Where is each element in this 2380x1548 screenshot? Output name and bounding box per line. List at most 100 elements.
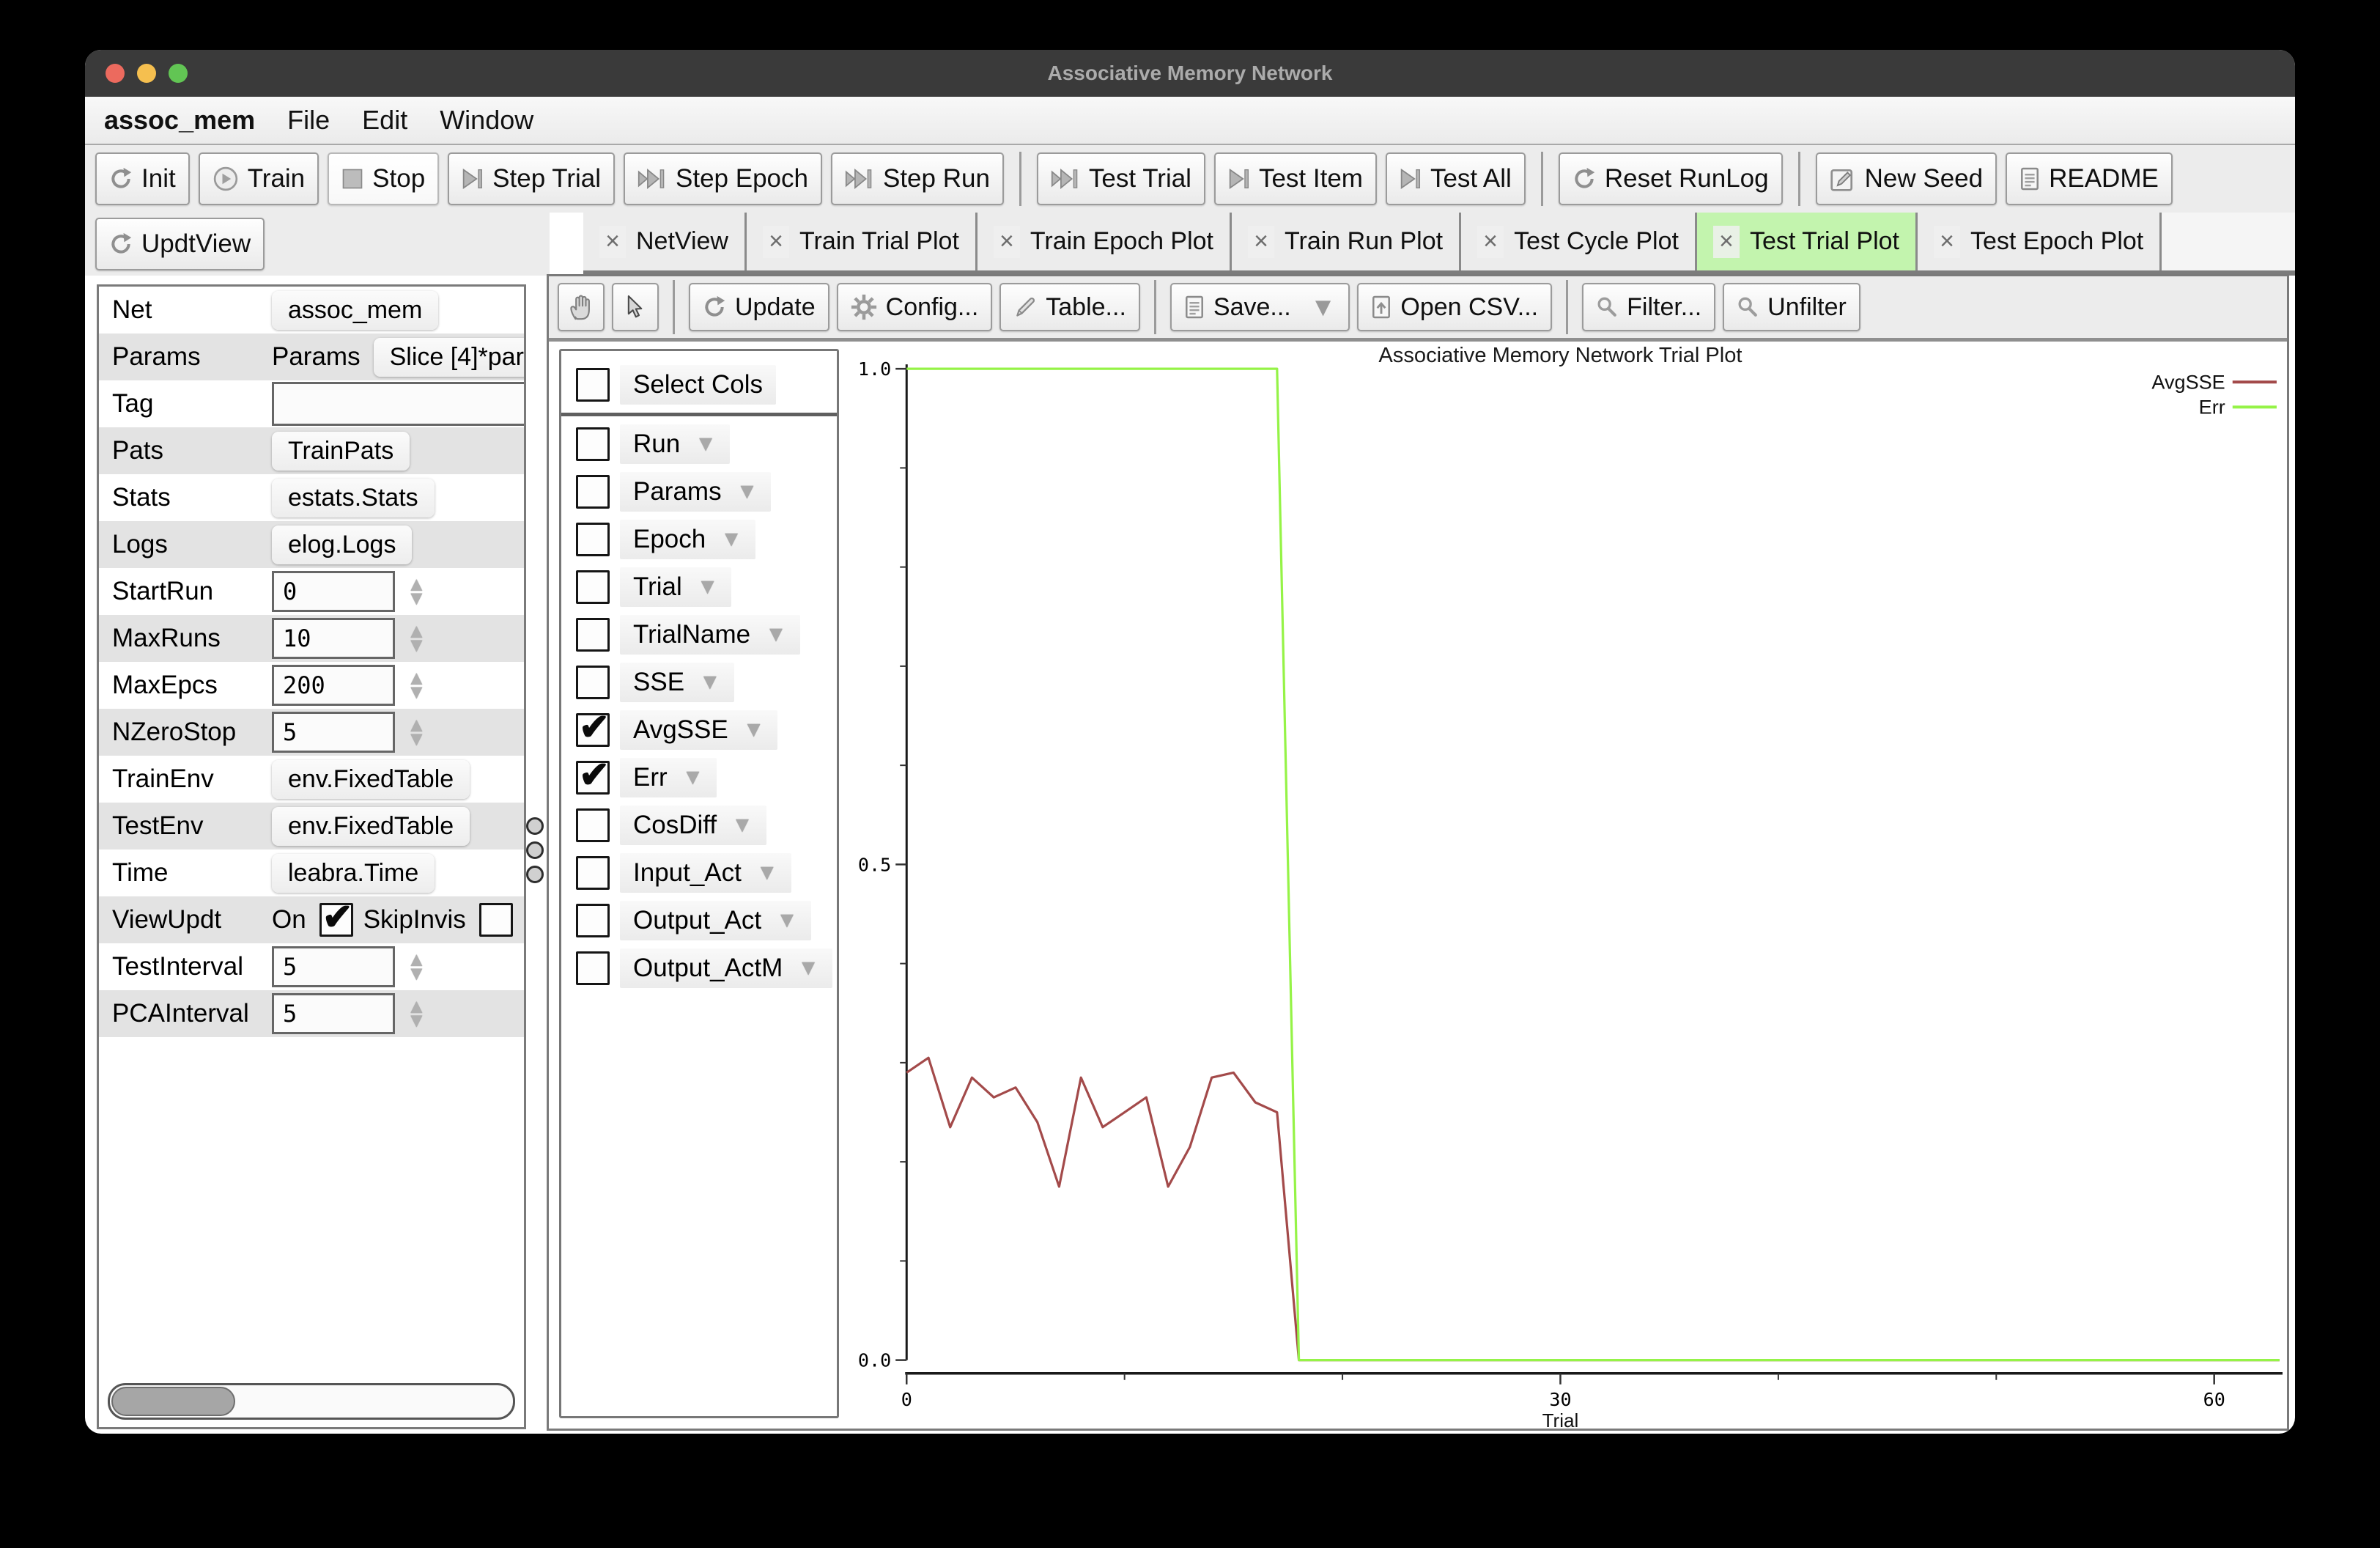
checkbox[interactable] bbox=[576, 475, 610, 509]
step-run-button[interactable]: Step Run bbox=[831, 152, 1004, 205]
column-dropdown-icon[interactable]: ▼ bbox=[720, 527, 742, 552]
column-chip[interactable]: Output_ActM▼ bbox=[620, 948, 832, 988]
scrollbar-thumb[interactable] bbox=[111, 1387, 235, 1416]
column-chip[interactable]: AvgSSE▼ bbox=[620, 710, 777, 750]
menu-window[interactable]: Window bbox=[440, 105, 533, 136]
readme-button[interactable]: README bbox=[2006, 152, 2173, 205]
checkbox[interactable] bbox=[576, 856, 610, 890]
value-chip[interactable]: elog.Logs bbox=[272, 526, 412, 564]
column-dropdown-icon[interactable]: ▼ bbox=[695, 432, 717, 457]
column-chip[interactable]: CosDiff▼ bbox=[620, 806, 766, 845]
column-chip[interactable]: Output_Act▼ bbox=[620, 901, 811, 940]
checkbox[interactable] bbox=[576, 427, 610, 461]
column-chip[interactable]: Run▼ bbox=[620, 424, 730, 464]
horizontal-scrollbar[interactable] bbox=[108, 1383, 515, 1420]
param-spinner-input[interactable] bbox=[272, 712, 395, 753]
param-spinner-input[interactable] bbox=[272, 946, 395, 987]
step-trial-button[interactable]: Step Trial bbox=[448, 152, 615, 205]
checkbox[interactable] bbox=[576, 761, 610, 795]
config-button[interactable]: Config... bbox=[837, 283, 993, 331]
column-chip[interactable]: Err▼ bbox=[620, 758, 717, 797]
init-button[interactable]: Init bbox=[95, 152, 190, 205]
value-chip[interactable]: env.FixedTable bbox=[272, 807, 470, 846]
value-chip[interactable]: TrainPats bbox=[272, 432, 410, 471]
column-chip[interactable]: Epoch▼ bbox=[620, 520, 755, 559]
column-chip[interactable]: Select Cols bbox=[620, 365, 776, 405]
close-icon[interactable]: × bbox=[1934, 226, 1960, 258]
column-dropdown-icon[interactable]: ▼ bbox=[731, 813, 753, 838]
param-spinner-input[interactable] bbox=[272, 571, 395, 612]
tab-test-epoch-plot[interactable]: ×Test Epoch Plot bbox=[1918, 213, 2162, 270]
select-tool-button[interactable] bbox=[612, 283, 659, 331]
new-seed-button[interactable]: New Seed bbox=[1816, 152, 1997, 205]
checkbox[interactable] bbox=[319, 903, 353, 937]
param-spinner-input[interactable] bbox=[272, 618, 395, 659]
tab-test-cycle-plot[interactable]: ×Test Cycle Plot bbox=[1461, 213, 1697, 270]
checkbox[interactable] bbox=[576, 666, 610, 699]
menu-file[interactable]: File bbox=[287, 105, 330, 136]
column-chip[interactable]: TrialName▼ bbox=[620, 615, 800, 655]
spin-down-icon[interactable]: ▼ bbox=[407, 732, 426, 746]
value-chip[interactable]: env.FixedTable bbox=[272, 760, 470, 799]
column-dropdown-icon[interactable]: ▼ bbox=[743, 718, 765, 742]
reset-runlog-button[interactable]: Reset RunLog bbox=[1559, 152, 1783, 205]
spin-down-icon[interactable]: ▼ bbox=[407, 1014, 426, 1028]
column-dropdown-icon[interactable]: ▼ bbox=[765, 622, 787, 647]
checkbox[interactable] bbox=[576, 368, 610, 402]
checkbox[interactable] bbox=[576, 713, 610, 747]
checkbox[interactable] bbox=[576, 523, 610, 556]
value-chip[interactable]: Slice [4]*para bbox=[374, 338, 524, 377]
tab-test-trial-plot[interactable]: ×Test Trial Plot bbox=[1697, 213, 1918, 270]
column-chip[interactable]: Params▼ bbox=[620, 472, 771, 512]
test-trial-button[interactable]: Test Trial bbox=[1037, 152, 1205, 205]
test-item-button[interactable]: Test Item bbox=[1214, 152, 1377, 205]
checkbox[interactable] bbox=[576, 904, 610, 937]
menu-assoc-mem[interactable]: assoc_mem bbox=[104, 105, 255, 136]
column-chip[interactable]: Trial▼ bbox=[620, 567, 731, 607]
close-icon[interactable]: × bbox=[1477, 226, 1504, 258]
checkbox[interactable] bbox=[576, 951, 610, 985]
checkbox[interactable] bbox=[576, 570, 610, 604]
stop-button[interactable]: Stop bbox=[328, 152, 439, 205]
close-icon[interactable]: × bbox=[599, 226, 626, 258]
filter-button[interactable]: Filter... bbox=[1582, 283, 1715, 331]
open-csv-button[interactable]: Open CSV... bbox=[1357, 283, 1552, 331]
spin-down-icon[interactable]: ▼ bbox=[407, 638, 426, 652]
save-button[interactable]: Save...▼ bbox=[1170, 283, 1350, 331]
tab-train-run-plot[interactable]: ×Train Run Plot bbox=[1232, 213, 1461, 270]
value-chip[interactable]: assoc_mem bbox=[272, 291, 438, 330]
unfilter-button[interactable]: Unfilter bbox=[1723, 283, 1860, 331]
close-icon[interactable]: × bbox=[994, 226, 1020, 258]
param-spinner-input[interactable] bbox=[272, 993, 395, 1034]
pan-tool-button[interactable] bbox=[558, 283, 605, 331]
tab-train-trial-plot[interactable]: ×Train Trial Plot bbox=[747, 213, 978, 270]
checkbox[interactable] bbox=[479, 903, 513, 937]
step-epoch-button[interactable]: Step Epoch bbox=[624, 152, 822, 205]
column-dropdown-icon[interactable]: ▼ bbox=[736, 479, 758, 504]
update-button[interactable]: Update bbox=[689, 283, 829, 331]
menu-edit[interactable]: Edit bbox=[362, 105, 407, 136]
close-icon[interactable]: × bbox=[1248, 226, 1274, 258]
close-icon[interactable]: × bbox=[763, 226, 789, 258]
checkbox[interactable] bbox=[576, 618, 610, 652]
column-dropdown-icon[interactable]: ▼ bbox=[797, 956, 819, 981]
tab-train-epoch-plot[interactable]: ×Train Epoch Plot bbox=[978, 213, 1232, 270]
column-dropdown-icon[interactable]: ▼ bbox=[699, 670, 721, 695]
spin-down-icon[interactable]: ▼ bbox=[407, 685, 426, 699]
close-icon[interactable]: × bbox=[1713, 226, 1740, 258]
column-dropdown-icon[interactable]: ▼ bbox=[682, 765, 704, 790]
column-dropdown-icon[interactable]: ▼ bbox=[776, 908, 798, 933]
value-chip[interactable]: estats.Stats bbox=[272, 479, 435, 517]
checkbox[interactable] bbox=[576, 808, 610, 842]
panel-splitter[interactable] bbox=[523, 274, 547, 1426]
spin-down-icon[interactable]: ▼ bbox=[407, 591, 426, 605]
tab-netview[interactable]: ×NetView bbox=[583, 213, 747, 270]
column-chip[interactable]: Input_Act▼ bbox=[620, 853, 791, 893]
updtview-button[interactable]: UpdtView bbox=[95, 218, 265, 270]
test-all-button[interactable]: Test All bbox=[1386, 152, 1526, 205]
spin-down-icon[interactable]: ▼ bbox=[407, 967, 426, 981]
param-spinner-input[interactable] bbox=[272, 665, 395, 706]
param-text-input[interactable] bbox=[272, 382, 524, 426]
table-button[interactable]: Table... bbox=[999, 283, 1140, 331]
column-dropdown-icon[interactable]: ▼ bbox=[697, 575, 719, 600]
